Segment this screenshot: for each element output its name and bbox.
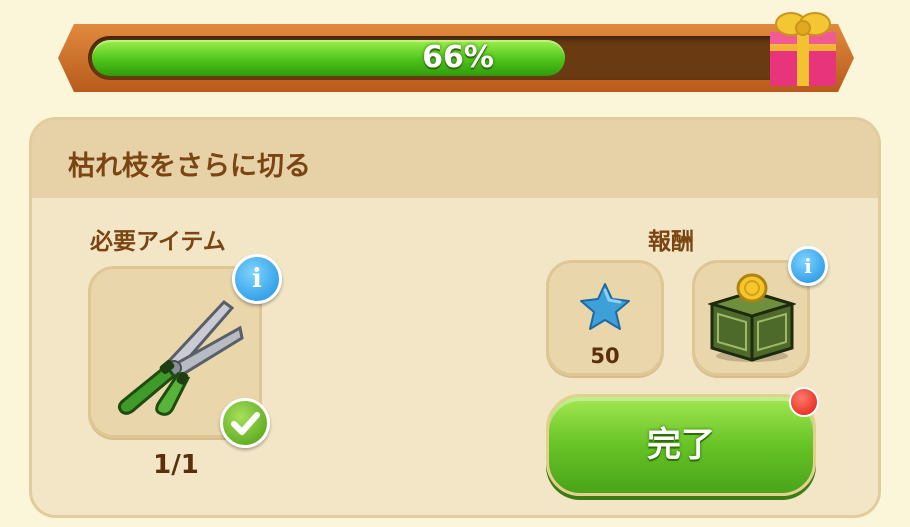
task-title: 枯れ枝をさらに切る [68,151,311,182]
blue-star-icon [580,283,630,330]
reward-star-amount: 50 [590,344,620,368]
info-icon[interactable]: i [788,246,828,286]
complete-button[interactable]: 完了 [546,394,816,496]
notification-dot [789,387,819,417]
required-item-count: 1/1 [153,450,199,480]
pruning-shears-icon [117,299,244,416]
gift-box-icon[interactable] [764,2,842,90]
coin-crate-icon [708,273,796,362]
checkmark-icon [220,398,270,448]
info-icon[interactable]: i [232,254,282,304]
reward-item-star[interactable]: 50 [546,260,664,376]
reward-heading: 報酬 [648,229,694,255]
progress-label: 66% [422,40,494,75]
complete-button-label: 完了 [647,425,715,465]
task-card-header: 枯れ枝をさらに切る [32,120,878,198]
required-items-heading: 必要アイテム [90,229,226,255]
